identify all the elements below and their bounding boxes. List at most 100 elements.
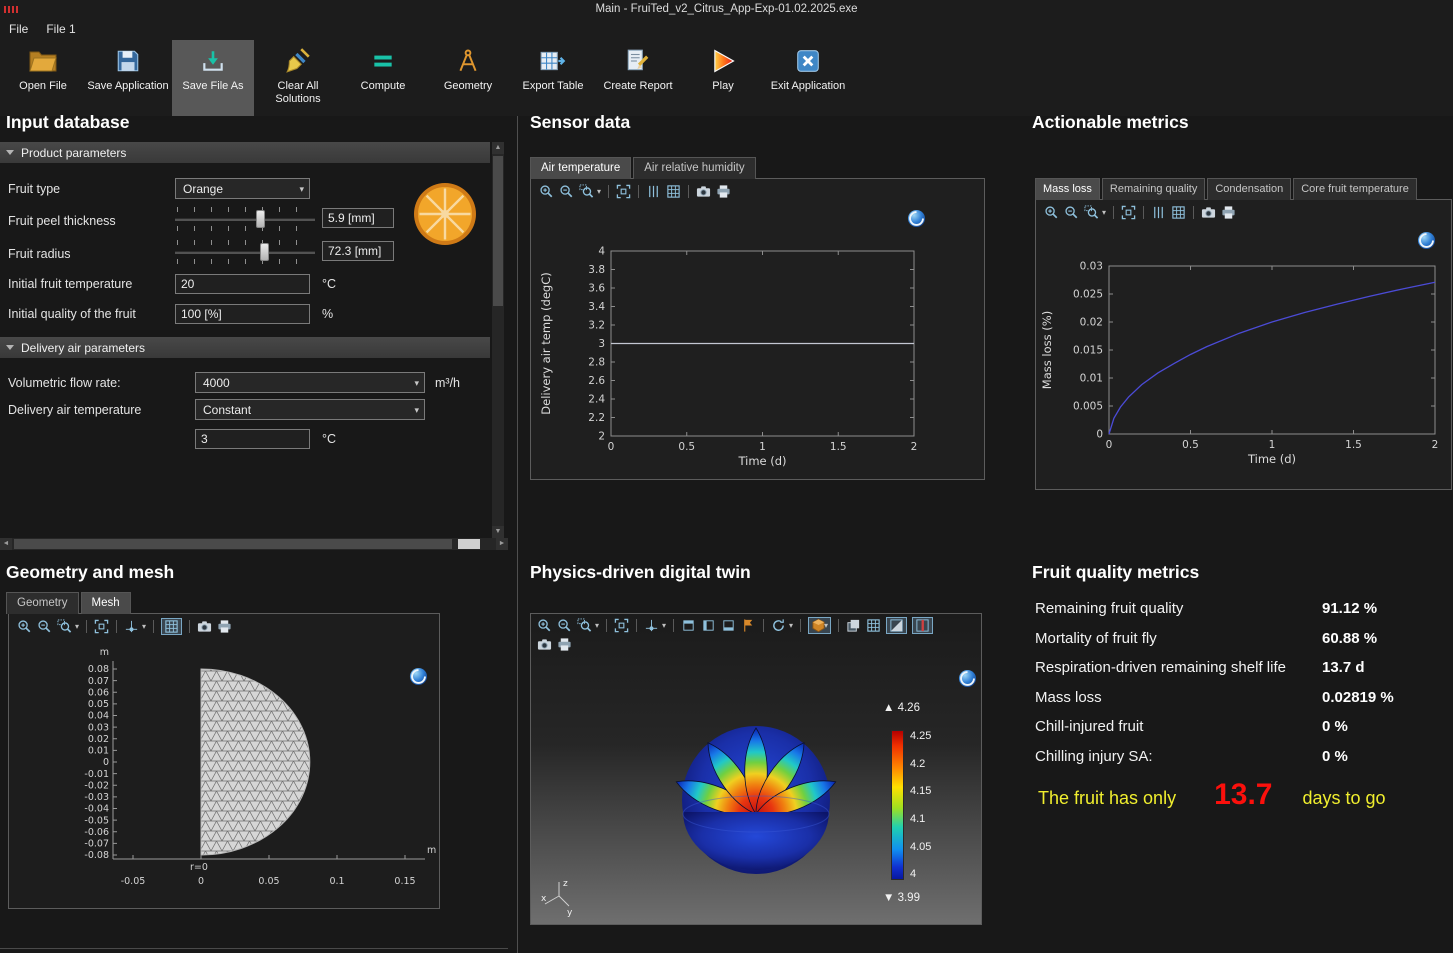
scene-grid-icon[interactable] — [866, 618, 881, 633]
x-axis-label: x — [541, 894, 547, 904]
compute-button[interactable]: Compute — [342, 40, 424, 116]
scroll-right-button[interactable]: ► — [496, 538, 508, 550]
fruit-peel-thickness-slider[interactable] — [175, 206, 315, 232]
save-application-button[interactable]: Save Application — [87, 40, 169, 116]
scroll-up-button[interactable]: ▲ — [492, 142, 504, 154]
params-vertical-scrollbar[interactable]: ▲ ▼ — [492, 142, 504, 538]
zoom-box-icon[interactable] — [577, 618, 592, 633]
fruit-quality-title: Fruit quality metrics — [1032, 562, 1199, 583]
layers-icon[interactable] — [846, 618, 861, 633]
compute-icon — [370, 46, 396, 76]
menu-file[interactable]: File — [0, 18, 37, 40]
initial-fruit-temperature-input[interactable]: 20 — [175, 274, 310, 294]
view-normal-icon[interactable] — [124, 619, 139, 634]
slider-thumb[interactable] — [260, 243, 269, 261]
delivery-air-temperature-value-input[interactable]: 3 — [195, 429, 310, 449]
fruit-peel-thickness-value[interactable]: 5.9 [mm] — [322, 208, 394, 228]
chevron-down-icon[interactable]: ▾ — [1102, 208, 1106, 217]
initial-quality-input[interactable]: 100 [%] — [175, 304, 310, 324]
fruit-3d-view[interactable] — [666, 702, 846, 882]
tab-mass-loss[interactable]: Mass loss — [1035, 178, 1100, 200]
rotate-view-icon[interactable] — [771, 618, 786, 633]
chevron-down-icon: ▾ — [414, 405, 419, 416]
clip-plane-icon — [915, 618, 930, 633]
geometry-button[interactable]: Geometry — [427, 40, 509, 116]
printer-icon[interactable] — [557, 637, 572, 652]
scrollbar-thumb[interactable] — [14, 539, 452, 549]
zoom-out-icon[interactable] — [557, 618, 572, 633]
tab-air-relative-humidity[interactable]: Air relative humidity — [633, 157, 755, 179]
y-axis-lines-icon[interactable] — [1151, 205, 1166, 220]
fruit-radius-slider[interactable] — [175, 239, 315, 265]
params-horizontal-scrollbar[interactable]: ◄ ► — [0, 538, 508, 550]
camera-icon[interactable] — [197, 619, 212, 634]
zoom-box-icon[interactable] — [1084, 205, 1099, 220]
tab-geometry[interactable]: Geometry — [6, 592, 79, 614]
play-button[interactable]: Play — [682, 40, 764, 116]
tab-remaining-quality[interactable]: Remaining quality — [1102, 178, 1205, 200]
zoom-box-icon[interactable] — [57, 619, 72, 634]
toolbar-separator — [116, 620, 117, 633]
mesh-grid-toggle[interactable] — [161, 618, 182, 635]
fruit-type-select[interactable]: Orange ▾ — [175, 178, 310, 199]
menu-file-1[interactable]: File 1 — [37, 18, 84, 40]
clear-all-solutions-button[interactable]: Clear All Solutions — [257, 40, 339, 116]
scroll-left-button[interactable]: ◄ — [0, 538, 12, 550]
chevron-down-icon[interactable]: ▾ — [597, 187, 601, 196]
tab-core-fruit-temperature[interactable]: Core fruit temperature — [1293, 178, 1417, 200]
delivery-air-parameters-header[interactable]: Delivery air parameters — [0, 337, 490, 358]
create-report-button[interactable]: Create Report — [597, 40, 679, 116]
delivery-air-temperature-select[interactable]: Constant ▾ — [195, 399, 425, 420]
tab-condensation[interactable]: Condensation — [1207, 178, 1291, 200]
view-xz-icon[interactable] — [721, 618, 736, 633]
tab-air-temperature[interactable]: Air temperature — [530, 157, 631, 179]
zoom-out-icon[interactable] — [1064, 205, 1079, 220]
chevron-down-icon[interactable]: ▾ — [595, 621, 599, 630]
zoom-in-icon[interactable] — [537, 618, 552, 633]
scrollbar-grip[interactable] — [458, 539, 480, 549]
zoom-in-icon[interactable] — [1044, 205, 1059, 220]
chevron-down-icon[interactable]: ▾ — [75, 622, 79, 631]
view-normal-icon[interactable] — [644, 618, 659, 633]
bookmark-view-icon[interactable] — [741, 618, 756, 633]
chevron-down-icon[interactable]: ▾ — [142, 622, 146, 631]
view-xy-icon[interactable] — [681, 618, 696, 633]
scroll-down-button[interactable]: ▼ — [492, 526, 504, 538]
scrollbar-thumb[interactable] — [493, 156, 503, 306]
export-table-button[interactable]: Export Table — [512, 40, 594, 116]
printer-icon[interactable] — [217, 619, 232, 634]
chevron-down-icon[interactable]: ▾ — [789, 621, 793, 630]
svg-text:0.06: 0.06 — [88, 687, 109, 698]
zoom-out-icon[interactable] — [37, 619, 52, 634]
printer-icon[interactable] — [1221, 205, 1236, 220]
slider-thumb[interactable] — [256, 210, 265, 228]
svg-text:2: 2 — [911, 441, 918, 453]
zoom-in-icon[interactable] — [17, 619, 32, 634]
mesh-grid-icon — [164, 619, 179, 634]
volumetric-flow-rate-select[interactable]: 4000 ▾ — [195, 372, 425, 393]
camera-icon[interactable] — [537, 637, 552, 652]
section-plane-button[interactable] — [886, 617, 907, 634]
save-file-as-button[interactable]: Save File As — [172, 40, 254, 116]
open-file-button[interactable]: Open File — [2, 40, 84, 116]
zoom-extents-icon[interactable] — [614, 618, 629, 633]
zoom-extents-icon[interactable] — [1121, 205, 1136, 220]
default-3d-view-button[interactable]: ▾ — [808, 617, 831, 634]
section-plane-icon — [889, 618, 904, 633]
fruit-radius-value[interactable]: 72.3 [mm] — [322, 241, 394, 261]
svg-text:0.04: 0.04 — [88, 711, 109, 722]
create-report-icon — [625, 46, 651, 76]
camera-icon[interactable] — [1201, 205, 1216, 220]
view-yz-icon[interactable] — [701, 618, 716, 633]
chevron-down-icon[interactable]: ▾ — [662, 621, 666, 630]
zoom-extents-icon[interactable] — [94, 619, 109, 634]
metric-label: Chill-injured fruit — [1035, 718, 1322, 735]
product-parameters-header[interactable]: Product parameters — [0, 142, 490, 163]
tab-mesh[interactable]: Mesh — [81, 592, 131, 614]
exit-application-button[interactable]: Exit Application — [767, 40, 849, 116]
grid-icon[interactable] — [1171, 205, 1186, 220]
svg-text:0.025: 0.025 — [1073, 289, 1103, 301]
clip-plane-button[interactable] — [912, 617, 933, 634]
svg-text:Mass loss (%): Mass loss (%) — [1040, 311, 1054, 389]
metric-label: Remaining fruit quality — [1035, 600, 1322, 617]
